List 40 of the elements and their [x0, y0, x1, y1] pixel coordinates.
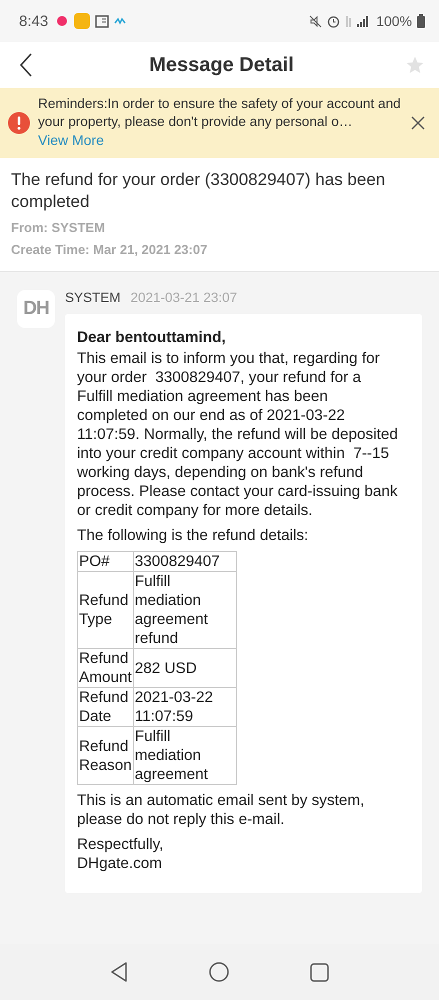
table-cell: Refund Date [78, 688, 134, 726]
status-time: 8:43 [19, 12, 48, 30]
app-icon [74, 13, 90, 29]
sent-time: 2021-03-21 23:07 [130, 290, 238, 305]
table-cell: Refund Reason [78, 726, 134, 784]
view-more-link[interactable]: View More [38, 131, 104, 149]
greeting: Dear bentouttamind, [77, 328, 227, 347]
reminder-text: Reminders:In order to ensure the safety of your account and your property, please don't provide any personal o… [38, 95, 401, 131]
sign-off: Respectfully, [77, 835, 164, 854]
table-cell: 2021-03-22 11:07:59 [133, 688, 236, 726]
footer-note: This is an automatic email sent by system, please do not reply this e-mail. [77, 791, 366, 829]
table-cell: 282 USD [133, 648, 236, 688]
message-sender: From: SYSTEM [11, 219, 106, 237]
message-time: Create Time: Mar 21, 2021 23:07 [11, 241, 208, 259]
star-icon[interactable] [405, 55, 425, 75]
battery-icon [417, 14, 425, 28]
recents-nav-icon[interactable] [310, 962, 329, 982]
news-icon [95, 14, 110, 28]
sender-name: SYSTEM [65, 290, 121, 305]
battery-percent: 100% [376, 13, 412, 29]
table-cell: Refund Type [78, 572, 134, 648]
close-icon[interactable] [411, 116, 425, 130]
page-title: Message Detail [148, 54, 295, 76]
mute-icon [309, 14, 322, 28]
back-nav-icon[interactable] [110, 962, 128, 982]
signature: DHgate.com [77, 854, 164, 873]
table-cell: Fulfill mediation agreement refund [133, 572, 236, 648]
message-subject: The refund for your order (3300829407) has been completed [11, 169, 386, 213]
back-icon[interactable] [19, 53, 33, 77]
table-cell: Refund Amount [78, 648, 134, 688]
table-cell: Fulfill mediation agreement [133, 726, 236, 784]
table-intro: The following is the refund details: [77, 526, 310, 545]
table-cell: PO# [78, 552, 134, 572]
table-cell: 3300829407 [133, 552, 236, 572]
alarm-icon [327, 14, 340, 28]
avatar: DH [17, 290, 55, 328]
wave-icon [114, 17, 126, 25]
home-nav-icon[interactable] [208, 962, 229, 982]
email-body: This email is to inform you that, regarding for your order 3300829407, your refund for a Fulfill mediation agreement has been completed on our end as of 2021-03-22 11:07:59. Normally, the refund will be deposited into your credit company account within 7--15 working days, depending on bank's refund process. Please contact your card-issuing bank or credit company for more details. [77, 349, 398, 520]
warning-icon [8, 112, 30, 134]
